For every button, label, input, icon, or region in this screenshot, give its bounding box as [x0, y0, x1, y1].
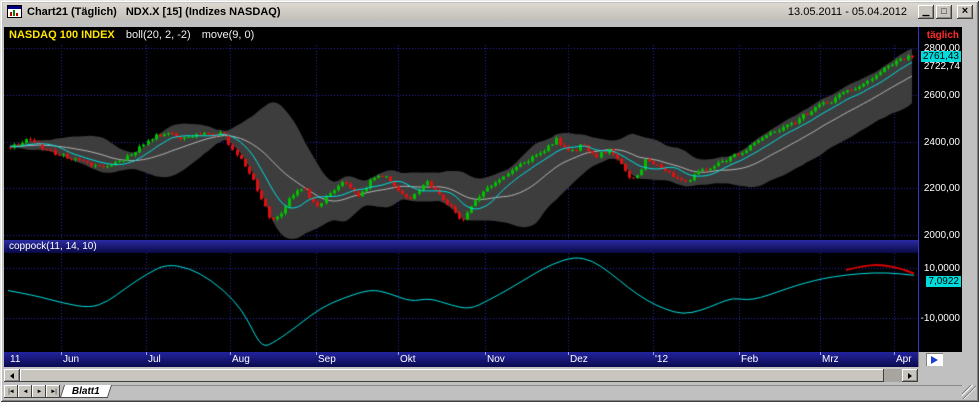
- sheet-first-button[interactable]: |◄: [4, 385, 18, 398]
- month-label-mrz: Mrz: [822, 354, 839, 365]
- month-tick: [568, 352, 569, 355]
- month-label-okt: Okt: [400, 354, 416, 365]
- window-icon: [7, 5, 22, 18]
- month-label-12: '12: [655, 354, 669, 365]
- month-label-nov: Nov: [487, 354, 505, 365]
- right-arrow-icon: [908, 372, 912, 379]
- window-title-symbol: NDX.X [15] (Indizes NASDAQ): [125, 5, 281, 18]
- price-chart-canvas[interactable]: [4, 45, 918, 240]
- scrollbar-thumb[interactable]: [20, 369, 885, 382]
- coppock-chart-canvas[interactable]: [4, 253, 918, 352]
- sheet-last-button[interactable]: ►|: [46, 385, 60, 398]
- axis-corner: [918, 352, 962, 367]
- price-axis-label: 2200,00: [923, 183, 960, 194]
- coppock-axis-low-label: -10,0000: [920, 313, 960, 324]
- sheet-tab-label: Blatt1: [72, 385, 100, 397]
- sheet-tab-blatt1[interactable]: Blatt1: [59, 385, 112, 398]
- month-tick: [653, 352, 654, 355]
- minimize-button[interactable]: ▁: [918, 4, 934, 19]
- month-label-jul: Jul: [148, 354, 161, 365]
- bollinger-indicator-label: boll(20, 2, -2): [125, 29, 191, 41]
- restore-button[interactable]: □: [936, 4, 952, 19]
- coppock-label: coppock(11, 14, 10): [9, 241, 97, 252]
- month-tick: [739, 352, 740, 355]
- window-title: Chart21 (Täglich): [27, 5, 117, 18]
- time-axis: 11 Jun Jul Aug Sep Okt Nov Dez '12 Feb Mrz Apr: [4, 352, 918, 367]
- app-window: Chart21 (Täglich) NDX.X [15] (Indizes NA…: [0, 0, 979, 402]
- symbol-label: NASDAQ 100 INDEX: [9, 29, 115, 41]
- month-label-feb: Feb: [741, 354, 759, 365]
- month-label-aug: Aug: [232, 354, 250, 365]
- month-label-jun: Jun: [63, 354, 80, 365]
- horizontal-scrollbar[interactable]: [4, 369, 918, 382]
- month-label-dez: Dez: [570, 354, 588, 365]
- coppock-header-bar: coppock(11, 14, 10): [4, 240, 918, 253]
- jump-to-end-button[interactable]: [926, 353, 943, 366]
- scroll-left-button[interactable]: [4, 369, 20, 382]
- month-label-sep: Sep: [318, 354, 336, 365]
- sheet-prev-button[interactable]: ◄: [18, 385, 32, 398]
- coppock-axis-high-label: 10,0000: [923, 263, 960, 274]
- month-tick: [485, 352, 486, 355]
- ma-value-label: 2722,74: [923, 61, 960, 72]
- coppock-value-badge: 7,0922: [926, 276, 961, 287]
- price-axis: täglich 2800,00 2600,00 2400,00 2200,00 2000…: [918, 27, 962, 352]
- moving-average-indicator-label: move(9, 0): [201, 29, 255, 41]
- left-arrow-icon: [10, 372, 14, 379]
- chart-legend: NASDAQ 100 INDEX boll(20, 2, -2) move(9,…: [9, 29, 254, 41]
- month-tick: [398, 352, 399, 355]
- month-tick: [230, 352, 231, 355]
- chart-panel: NASDAQ 100 INDEX boll(20, 2, -2) move(9,…: [4, 27, 962, 352]
- resize-grip[interactable]: [962, 385, 976, 399]
- sheet-next-button[interactable]: ►: [32, 385, 46, 398]
- month-tick: [61, 352, 62, 355]
- window-titlebar[interactable]: Chart21 (Täglich) NDX.X [15] (Indizes NA…: [3, 3, 976, 20]
- scrollbar-track[interactable]: [20, 369, 902, 382]
- price-axis-label: 2600,00: [923, 90, 960, 101]
- scroll-right-button[interactable]: [902, 369, 918, 382]
- price-axis-label: 2000,00: [923, 230, 960, 241]
- month-label-11: 11: [10, 354, 21, 365]
- period-label: täglich: [926, 30, 959, 41]
- right-triangle-icon: [931, 355, 938, 364]
- close-button[interactable]: ×: [957, 4, 973, 19]
- month-tick: [820, 352, 821, 355]
- sheet-tab-bar: |◄ ◄ ► ►| Blatt1: [4, 385, 962, 399]
- price-axis-label: 2400,00: [923, 137, 960, 148]
- titlebar-date-range: 13.05.2011 - 05.04.2012: [787, 5, 907, 18]
- month-tick: [146, 352, 147, 355]
- month-label-apr: Apr: [896, 354, 912, 365]
- month-tick: [894, 352, 895, 355]
- month-tick: [316, 352, 317, 355]
- tab-bar-filler: [112, 385, 962, 398]
